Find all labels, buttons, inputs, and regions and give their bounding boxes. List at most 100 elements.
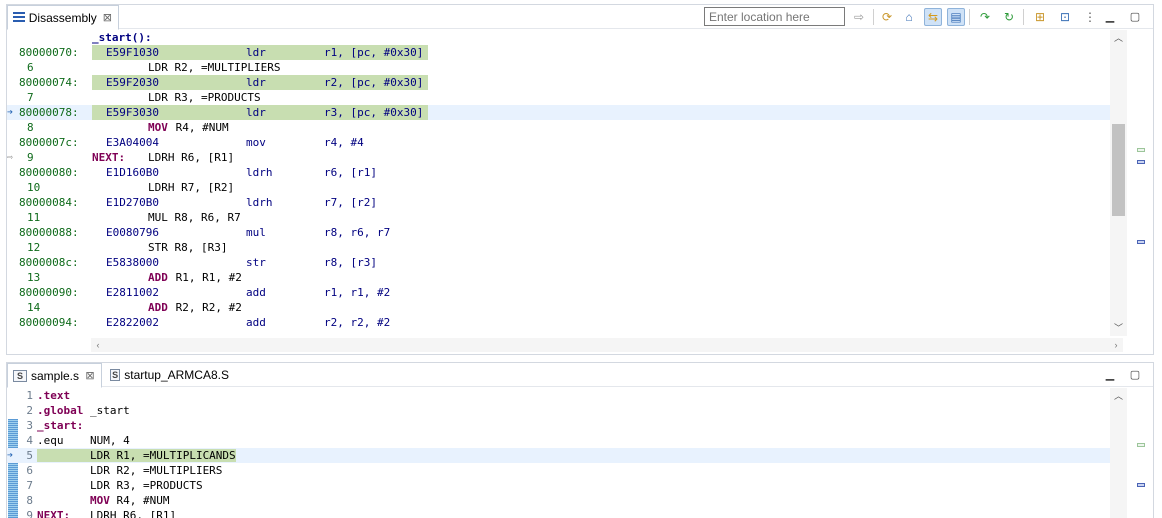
source-text: LDR R3, =PRODUCTS	[148, 91, 261, 104]
instruction-mnemonic: add	[246, 316, 266, 329]
minimize-icon[interactable]: ▁	[1103, 367, 1117, 381]
line-number: 2	[26, 404, 33, 417]
source-line-number: 11	[27, 211, 41, 224]
instruction-operands: r1, r1, #2	[324, 286, 391, 299]
source-line: 14 ADD R2, R2, #2	[7, 300, 1127, 315]
source-editor[interactable]: 1 .text 2 .global _start 3 _start: 4 .equ NUM, …	[7, 388, 1127, 518]
instruction-mnemonic: add	[246, 286, 266, 299]
source-token: .equ	[37, 434, 64, 447]
source-line: 5 LDR R1, =MULTIPLICANDS ➔	[7, 448, 1127, 463]
instruction-pointer-icon: ➔	[7, 450, 14, 461]
instruction-pointer-icon: ➔	[7, 107, 14, 118]
minimize-icon[interactable]: ▁	[1103, 9, 1117, 23]
instruction-operands: r1, [pc, #0x30]	[324, 46, 424, 59]
source-keyword: ADD	[148, 271, 168, 284]
asm-file-icon: S	[13, 369, 27, 382]
overview-marker[interactable]	[1137, 443, 1145, 447]
instruction-address: 8000008c:	[19, 256, 79, 269]
source-token: MOV	[89, 494, 110, 507]
overview-marker[interactable]	[1137, 483, 1145, 487]
toolbar-separator	[969, 9, 970, 25]
maximize-icon[interactable]: ▢	[1128, 367, 1142, 381]
instruction-mnemonic: mov	[246, 136, 266, 149]
source-line: 8 MOV R4, #NUM	[7, 493, 1127, 508]
disassembly-tabbar: Disassembly ⊠ ⇨ ⟳ ⌂ ⇆ ▤ ↷ ↻ ⊞ ⊡ ⋮ ▁ ▢	[7, 5, 1153, 30]
source-token: _start:	[37, 419, 84, 432]
source-text: LDR R2, =MULTIPLIERS	[37, 463, 222, 478]
disassembly-hscroll[interactable]: ‹ ›	[91, 338, 1123, 352]
instruction-address: 80000084:	[19, 196, 79, 209]
source-token: LDR R1, =MULTIPLICANDS	[37, 449, 236, 462]
new-view-icon[interactable]: ⊞	[1031, 8, 1049, 26]
pin-icon[interactable]: ⊡	[1056, 8, 1074, 26]
scroll-up-icon[interactable]: ︿	[1110, 30, 1127, 46]
instruction-hex: E5838000	[106, 256, 159, 269]
scroll-up-icon[interactable]: ︿	[1110, 388, 1127, 404]
source-text: NEXT: LDRH R6, [R1]	[37, 508, 176, 518]
overview-ruler[interactable]	[1131, 388, 1151, 518]
home-icon[interactable]: ⌂	[900, 8, 918, 26]
disassembly-vscroll[interactable]: ︿ ﹀	[1110, 30, 1127, 336]
source-token: LDR R3, =PRODUCTS	[37, 479, 203, 492]
close-icon[interactable]: ⊠	[85, 369, 95, 382]
instruction-operands: r2, [pc, #0x30]	[324, 76, 424, 89]
show-source-icon[interactable]: ▤	[947, 8, 965, 26]
source-token: .global	[37, 404, 84, 417]
overview-marker[interactable]	[1137, 240, 1145, 244]
source-text: LDR R3, =PRODUCTS	[37, 478, 203, 493]
source-line-number: 10	[27, 181, 41, 194]
source-token: .text	[37, 389, 71, 402]
disassembly-line: 80000070: E59F1030 ldr r1, [pc, #0x30]	[7, 45, 1127, 60]
view-menu-icon[interactable]: ⋮	[1081, 8, 1099, 26]
source-text: LDRH R7, [R2]	[148, 181, 235, 194]
source-token: NEXT:	[37, 509, 71, 518]
disassembly-line: 80000088: E0080796 mul r8, r6, r7	[7, 225, 1127, 240]
source-label: NEXT:	[92, 151, 126, 164]
source-text: LDRH R6, [R1]	[148, 151, 235, 164]
instruction-operands: r3, [pc, #0x30]	[324, 106, 424, 119]
disassembly-line: 80000080: E1D160B0 ldrh r6, [r1]	[7, 165, 1127, 180]
source-line-number: 6	[27, 61, 34, 74]
disassembly-editor[interactable]: _start(): 80000070: E59F1030 ldr r1, [pc, #…	[7, 30, 1127, 336]
source-line: 8 MOV R4, #NUM	[7, 120, 1127, 135]
scroll-left-icon[interactable]: ‹	[91, 338, 105, 352]
refresh-icon[interactable]: ⟳	[878, 8, 896, 26]
scroll-thumb[interactable]	[1112, 124, 1125, 216]
overview-marker[interactable]	[1137, 148, 1145, 152]
function-label: _start():	[92, 31, 152, 44]
scroll-right-icon[interactable]: ›	[1109, 338, 1123, 352]
instruction-address: 80000078:	[19, 106, 79, 119]
tab-disassembly[interactable]: Disassembly ⊠	[7, 5, 119, 30]
source-line: 12 STR R8, [R3]	[7, 240, 1127, 255]
source-line-number: 7	[27, 91, 34, 104]
overview-ruler[interactable]	[1131, 30, 1151, 336]
source-token: LDR R2, =MULTIPLIERS	[37, 464, 223, 477]
source-vscroll[interactable]: ︿	[1110, 388, 1127, 518]
location-input[interactable]	[704, 7, 845, 26]
scroll-down-icon[interactable]: ﹀	[1110, 320, 1127, 336]
source-text: R1, R1, #2	[169, 271, 242, 284]
line-number: 3	[26, 419, 33, 432]
maximize-icon[interactable]: ▢	[1128, 9, 1142, 23]
close-icon[interactable]: ⊠	[103, 11, 112, 24]
source-text: .global _start	[37, 403, 130, 418]
source-line: 9 NEXT: LDRH R6, [R1]	[7, 508, 1127, 518]
instruction-operands: r7, [r2]	[324, 196, 377, 209]
tab-startup-armca8[interactable]: S startup_ARMCA8.S	[105, 363, 235, 387]
tab-sample-s[interactable]: S sample.s ⊠	[7, 363, 102, 388]
tab-sample-s-label: sample.s	[30, 368, 80, 383]
source-line: 4 .equ NUM, 4	[7, 433, 1127, 448]
source-token: NUM, 4	[63, 434, 130, 447]
step-over-icon[interactable]: ↷	[976, 8, 994, 26]
instruction-mnemonic: ldr	[246, 46, 266, 59]
link-with-debug-icon[interactable]: ⇆	[924, 8, 942, 26]
overview-marker[interactable]	[1137, 160, 1145, 164]
instruction-address: 8000007c:	[19, 136, 79, 149]
instruction-mnemonic: mul	[246, 226, 266, 239]
go-icon[interactable]: ⇨	[850, 8, 868, 26]
instruction-address: 80000088:	[19, 226, 79, 239]
step-into-icon[interactable]: ↻	[1000, 8, 1018, 26]
instruction-mnemonic: ldrh	[246, 196, 273, 209]
line-number: 1	[26, 389, 33, 402]
tab-startup-label: startup_ARMCA8.S	[124, 368, 229, 382]
